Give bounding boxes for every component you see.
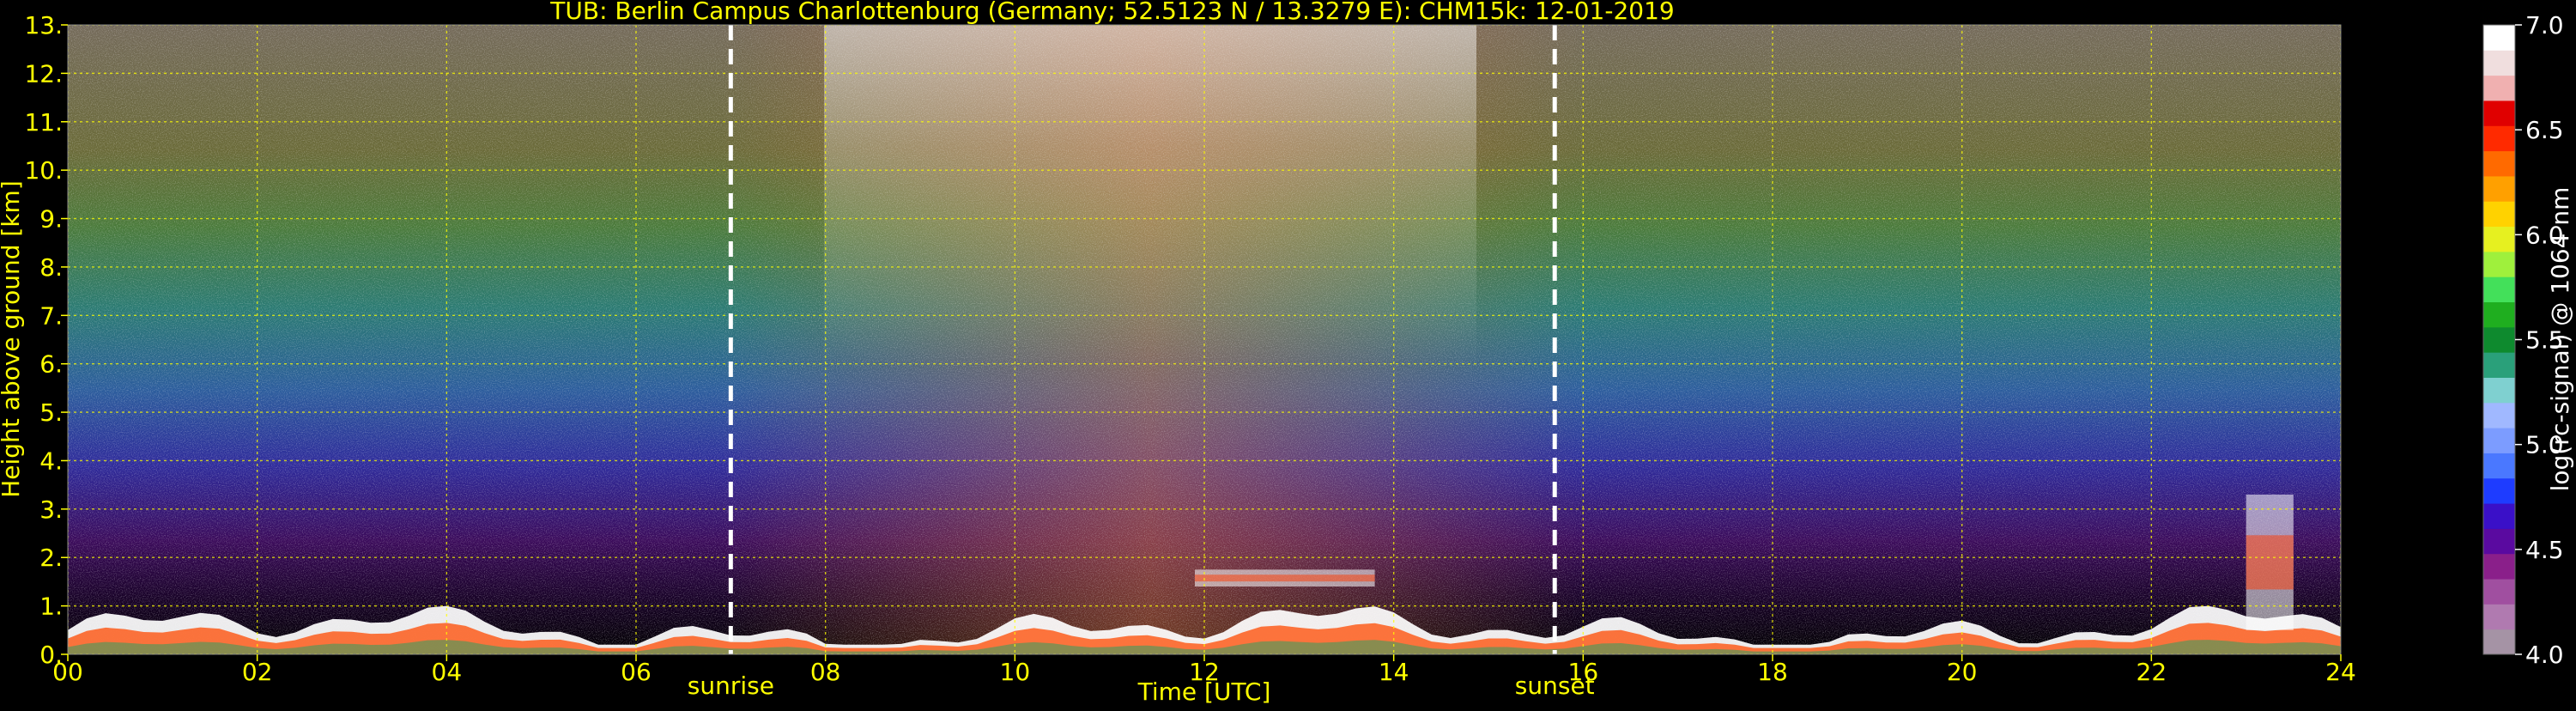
- colorbar-swatch: [2483, 201, 2515, 228]
- y-tick-label: 0.: [39, 641, 63, 669]
- colorbar-swatch: [2483, 125, 2515, 152]
- y-tick-label: 8.: [39, 253, 63, 282]
- y-tick-label: 9.: [39, 205, 63, 234]
- x-tick-label: 22: [2137, 658, 2167, 686]
- colorbar-swatch: [2483, 402, 2515, 428]
- colorbar-swatch: [2483, 251, 2515, 277]
- y-axis-ticks: 0. 1. 2. 3. 4. 5. 6. 7. 8. 9. 10. 11. 12. 13.: [24, 11, 68, 669]
- colorbar: 4.04.55.05.56.06.57.0 log(rc-signal) @ 1…: [2482, 11, 2574, 669]
- chart-title: TUB: Berlin Campus Charlottenburg (Germa…: [549, 0, 1674, 25]
- colorbar-swatch: [2483, 377, 2515, 404]
- x-tick-label: 08: [810, 658, 841, 686]
- y-tick-label: 13.: [24, 11, 63, 40]
- colorbar-swatch: [2483, 477, 2515, 504]
- x-tick-label: 02: [242, 658, 273, 686]
- heatmap-plot-area: [68, 25, 2341, 654]
- colorbar-label: log(rc-signal) @ 1064 nm: [2546, 187, 2574, 492]
- colorbar-swatch: [2483, 50, 2515, 76]
- y-tick-label: 10.: [24, 156, 63, 185]
- colorbar-tick-label: 4.0: [2525, 641, 2564, 669]
- y-tick-label: 2.: [39, 544, 63, 572]
- y-tick-label: 4.: [39, 447, 63, 475]
- colorbar-swatch: [2483, 553, 2515, 580]
- sunset-label: sunset: [1515, 672, 1595, 700]
- y-tick-label: 7.: [39, 301, 63, 330]
- colorbar-swatch: [2483, 75, 2515, 101]
- y-tick-label: 1.: [39, 592, 63, 621]
- colorbar-swatch: [2483, 100, 2515, 126]
- colorbar-swatch: [2483, 453, 2515, 479]
- colorbar-swatch: [2483, 428, 2515, 453]
- x-tick-label: 10: [1000, 658, 1031, 686]
- colorbar-swatch: [2483, 629, 2515, 655]
- colorbar-tick-label: 4.5: [2525, 536, 2564, 564]
- x-tick-label: 18: [1757, 658, 1788, 686]
- y-axis-label: Height above ground [km]: [0, 180, 25, 498]
- colorbar-swatch: [2483, 150, 2515, 177]
- colorbar-swatch: [2483, 276, 2515, 303]
- colorbar-swatch: [2483, 604, 2515, 630]
- x-tick-label: 06: [621, 658, 652, 686]
- x-tick-label: 20: [1947, 658, 1978, 686]
- colorbar-swatch: [2483, 579, 2515, 605]
- y-tick-label: 12.: [24, 59, 63, 88]
- y-tick-label: 5.: [39, 398, 63, 427]
- x-tick-label: 14: [1379, 658, 1409, 686]
- x-tick-label: 04: [432, 658, 463, 686]
- colorbar-tick-label: 7.0: [2525, 11, 2564, 40]
- colorbar-swatch: [2483, 301, 2515, 328]
- lidar-heatmap-chart: 00 02 04 06 08 10 12 14 16 18 20 22 24 0.1.2.3.4.5.6…: [0, 0, 2574, 706]
- y-tick-label: 3.: [39, 495, 63, 524]
- colorbar-swatch: [2483, 352, 2515, 378]
- lidar-quicklook-figure: 00 02 04 06 08 10 12 14 16 18 20 22 24 0. 1. 2. 3. 4. 5. 6…: [0, 0, 2576, 708]
- x-tick-label: 24: [2325, 658, 2356, 686]
- colorbar-swatches: [2483, 25, 2515, 655]
- elevated-plume-core: [2246, 535, 2294, 590]
- colorbar-swatch: [2483, 226, 2515, 252]
- colorbar-swatch: [2483, 528, 2515, 555]
- sunrise-label: sunrise: [688, 672, 774, 700]
- cloud-layer-core: [1194, 574, 1375, 582]
- colorbar-swatch: [2483, 25, 2515, 51]
- colorbar-swatch: [2483, 503, 2515, 529]
- x-axis-label: Time [UTC]: [1137, 678, 1271, 706]
- y-tick-label: 11.: [24, 108, 63, 137]
- colorbar-swatch: [2483, 175, 2515, 202]
- colorbar-swatch: [2483, 326, 2515, 353]
- colorbar-tick-label: 6.5: [2525, 116, 2564, 144]
- y-tick-label: 6.: [39, 350, 63, 379]
